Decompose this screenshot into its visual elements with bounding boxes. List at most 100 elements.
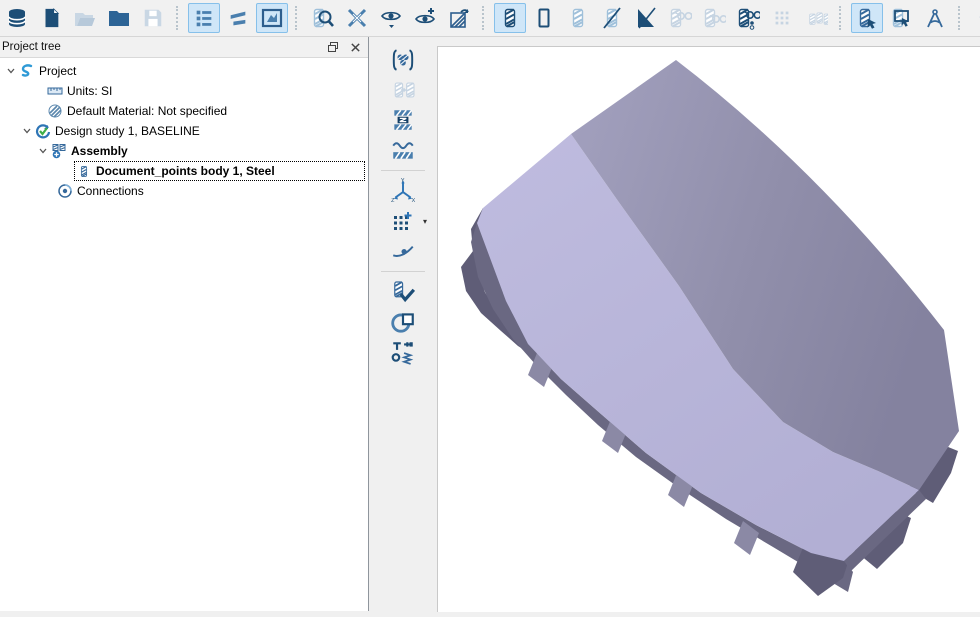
folder-button[interactable]: [103, 3, 135, 33]
immovable-support-button[interactable]: ▾: [970, 3, 980, 33]
tree-item-connections[interactable]: Connections: [0, 181, 368, 201]
mask-parts-alt-button[interactable]: [698, 3, 730, 33]
add-points-button[interactable]: ▾: [389, 208, 417, 234]
spot-curve-icon: [390, 238, 416, 264]
open-folder-icon: [73, 6, 97, 30]
comments-toggle[interactable]: [222, 3, 254, 33]
tree-item-units[interactable]: Units: SI: [0, 81, 368, 101]
toolbar-separator: [839, 6, 844, 30]
expander-icon[interactable]: [36, 146, 50, 156]
intersections-button[interactable]: [341, 3, 373, 33]
save-button[interactable]: [137, 3, 169, 33]
model-body[interactable]: [461, 60, 959, 596]
fasteners-button[interactable]: [389, 339, 417, 365]
float-icon: [327, 41, 339, 53]
simsolid-window: { "panel": { "title": "Project tree" }, …: [0, 0, 980, 611]
viewport-3d[interactable]: [437, 46, 980, 612]
framed-part-icon: [260, 6, 284, 30]
select-part-icon: [855, 6, 879, 30]
replace-parts-button[interactable]: [389, 77, 417, 103]
tree-item-body[interactable]: Document_points body 1, Steel: [0, 161, 368, 181]
close-panel-button[interactable]: [346, 39, 364, 55]
dropdown-caret[interactable]: ▾: [423, 217, 427, 226]
float-panel-button[interactable]: [324, 39, 342, 55]
eye-plus-icon: [413, 6, 437, 30]
database-icon: [5, 6, 29, 30]
assembly-icon: [50, 143, 68, 159]
simsolid-logo-icon: [18, 63, 36, 79]
display-outline-button[interactable]: [528, 3, 560, 33]
contact-conditions-button[interactable]: [389, 137, 417, 163]
part-solid-icon: [498, 6, 522, 30]
apply-part-button[interactable]: [389, 279, 417, 305]
seam-weld-button[interactable]: [389, 309, 417, 335]
parts-group-icon: [804, 6, 828, 30]
corner-slash-icon: [634, 6, 658, 30]
box-select-button[interactable]: [885, 3, 917, 33]
part-body-icon: [75, 164, 93, 179]
close-icon: [350, 42, 361, 53]
anchor-arrow-icon: [974, 6, 980, 30]
fasteners-icon: [390, 339, 416, 365]
contact-wave-icon: [390, 137, 416, 163]
design-study-icon: [34, 123, 52, 139]
mask-dots-button[interactable]: [732, 3, 764, 33]
folder-icon: [107, 6, 131, 30]
expander-icon[interactable]: [20, 126, 34, 136]
show-all-button[interactable]: [409, 3, 441, 33]
connect-parts-button[interactable]: [389, 107, 417, 133]
comments-icon: [227, 7, 249, 29]
dot-grid-plus-icon: [391, 209, 415, 233]
model-canvas: [438, 47, 980, 612]
display-solid-button[interactable]: [494, 3, 526, 33]
display-hidden-button[interactable]: [596, 3, 628, 33]
part-transparent-icon: [566, 6, 590, 30]
box-select-icon: [889, 6, 913, 30]
hide-parts-button[interactable]: [375, 3, 407, 33]
masked-part-dots-icon: [736, 6, 760, 30]
coordinate-system-button[interactable]: YXZ: [389, 178, 417, 204]
open-folder-button[interactable]: [69, 3, 101, 33]
measure-compass-icon: [923, 6, 947, 30]
stack-connect-icon: [390, 107, 416, 133]
measure-button[interactable]: [919, 3, 951, 33]
braces-points-button[interactable]: [389, 47, 417, 73]
svg-text:X: X: [412, 198, 416, 204]
toolbar-separator: [958, 6, 963, 30]
tree-item-label: Design study 1, BASELINE: [52, 124, 200, 138]
masked-part-alt-icon: [702, 6, 726, 30]
project-tree-toggle[interactable]: [188, 3, 220, 33]
dot-grid-button[interactable]: [766, 3, 798, 33]
new-file-icon: [40, 7, 62, 29]
tree-list-icon: [193, 7, 215, 29]
svg-text:Z: Z: [391, 198, 395, 204]
viewport-toggle[interactable]: [256, 3, 288, 33]
display-transparent-button[interactable]: [562, 3, 594, 33]
select-part-button[interactable]: [851, 3, 883, 33]
tree-item-project[interactable]: Project: [0, 61, 368, 81]
toolbar-separator: [381, 271, 425, 272]
toolbar-separator: [295, 6, 300, 30]
expander-icon[interactable]: [4, 66, 18, 76]
analysis-toolbar: YXZ ▾: [369, 37, 437, 611]
save-icon: [142, 7, 164, 29]
tree-item-assembly[interactable]: Assembly: [0, 141, 368, 161]
tree-item-label: Project: [36, 64, 76, 78]
database-button[interactable]: [1, 3, 33, 33]
part-slash-icon: [600, 6, 624, 30]
section-button[interactable]: [443, 3, 475, 33]
tree-item-label: Default Material: Not specified: [64, 104, 227, 118]
parts-group-button[interactable]: [800, 3, 832, 33]
display-wireframe-button[interactable]: [630, 3, 662, 33]
part-check-icon: [390, 279, 416, 305]
panel-title: Project tree: [2, 41, 61, 53]
tree-item-design-study[interactable]: Design study 1, BASELINE: [0, 121, 368, 141]
spot-weld-button[interactable]: [389, 238, 417, 264]
toolbar-separator: [176, 6, 181, 30]
new-file-button[interactable]: [35, 3, 67, 33]
toolbar-separator: [482, 6, 487, 30]
main-toolbar: ▾: [0, 0, 980, 37]
mask-parts-button[interactable]: [664, 3, 696, 33]
tree-item-default-material[interactable]: Default Material: Not specified: [0, 101, 368, 121]
find-part-button[interactable]: [307, 3, 339, 33]
